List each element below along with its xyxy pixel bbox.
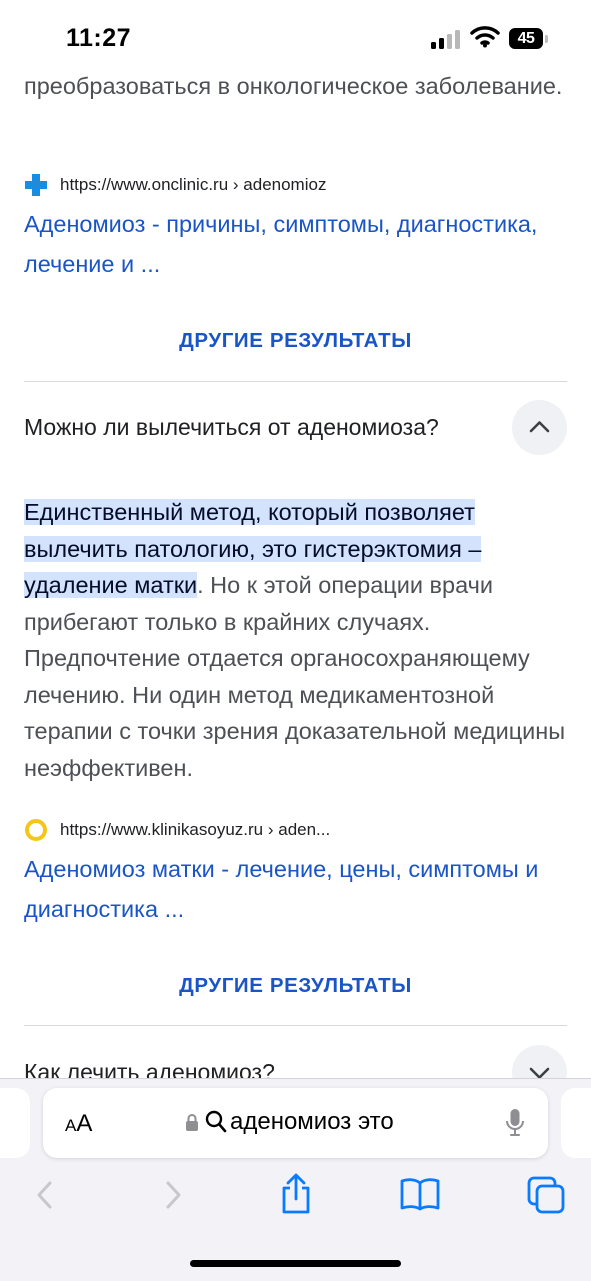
address-query[interactable]: аденомиоз это	[230, 1108, 394, 1136]
result-title-link[interactable]: Аденомиоз матки - лечение, цены, симптом…	[24, 850, 579, 929]
result-url: https://www.onclinic.ru › adenomioz	[60, 175, 327, 194]
faq-answer: Единственный метод, который позволяет вы…	[24, 494, 569, 786]
home-indicator[interactable]	[190, 1260, 401, 1267]
lock-icon	[186, 1114, 198, 1131]
faq-toggle-button[interactable]	[512, 400, 567, 455]
aa-small: A	[65, 1116, 77, 1135]
faq-question[interactable]: Можно ли вылечиться от аденомиоза?	[24, 414, 439, 441]
share-icon[interactable]	[278, 1172, 314, 1216]
next-tab-peek[interactable]	[561, 1088, 591, 1158]
previous-tab-peek[interactable]	[0, 1088, 30, 1158]
aa-large: A	[76, 1110, 93, 1137]
result-title-link[interactable]: Аденомиоз - причины, симптомы, диагности…	[24, 205, 579, 284]
divider	[24, 381, 567, 382]
chevron-up-icon	[529, 421, 550, 433]
divider	[24, 1025, 567, 1026]
bookmarks-icon[interactable]	[400, 1176, 440, 1212]
status-time: 11:27	[66, 24, 132, 52]
more-results-button[interactable]: ДРУГИЕ РЕЗУЛЬТАТЫ	[0, 974, 591, 998]
result-source[interactable]: https://www.onclinic.ru › adenomioz	[24, 172, 326, 198]
search-icon	[205, 1110, 227, 1133]
ring-icon	[25, 819, 47, 841]
snippet-text-continued: преобразоваться в онкологическое заболев…	[24, 73, 563, 99]
result-url: https://www.klinikasoyuz.ru › aden...	[60, 820, 331, 839]
more-results-button[interactable]: ДРУГИЕ РЕЗУЛЬТАТЫ	[0, 329, 591, 353]
back-icon[interactable]	[30, 1175, 60, 1215]
cellular-signal-icon	[431, 29, 461, 49]
address-bar[interactable]: AA аденомиоз это	[43, 1088, 548, 1158]
tabs-icon[interactable]	[527, 1176, 565, 1214]
wifi-icon	[470, 26, 500, 48]
medical-cross-icon	[25, 174, 47, 196]
forward-icon[interactable]	[158, 1175, 188, 1215]
battery-icon: 45	[509, 28, 543, 49]
result-source[interactable]: https://www.klinikasoyuz.ru › aden...	[24, 817, 330, 843]
reader-settings-button[interactable]: AA	[65, 1110, 92, 1138]
battery-tip	[545, 35, 548, 43]
answer-rest: . Но к этой операции врачи прибегают тол…	[24, 572, 566, 781]
microphone-icon[interactable]	[505, 1108, 525, 1138]
